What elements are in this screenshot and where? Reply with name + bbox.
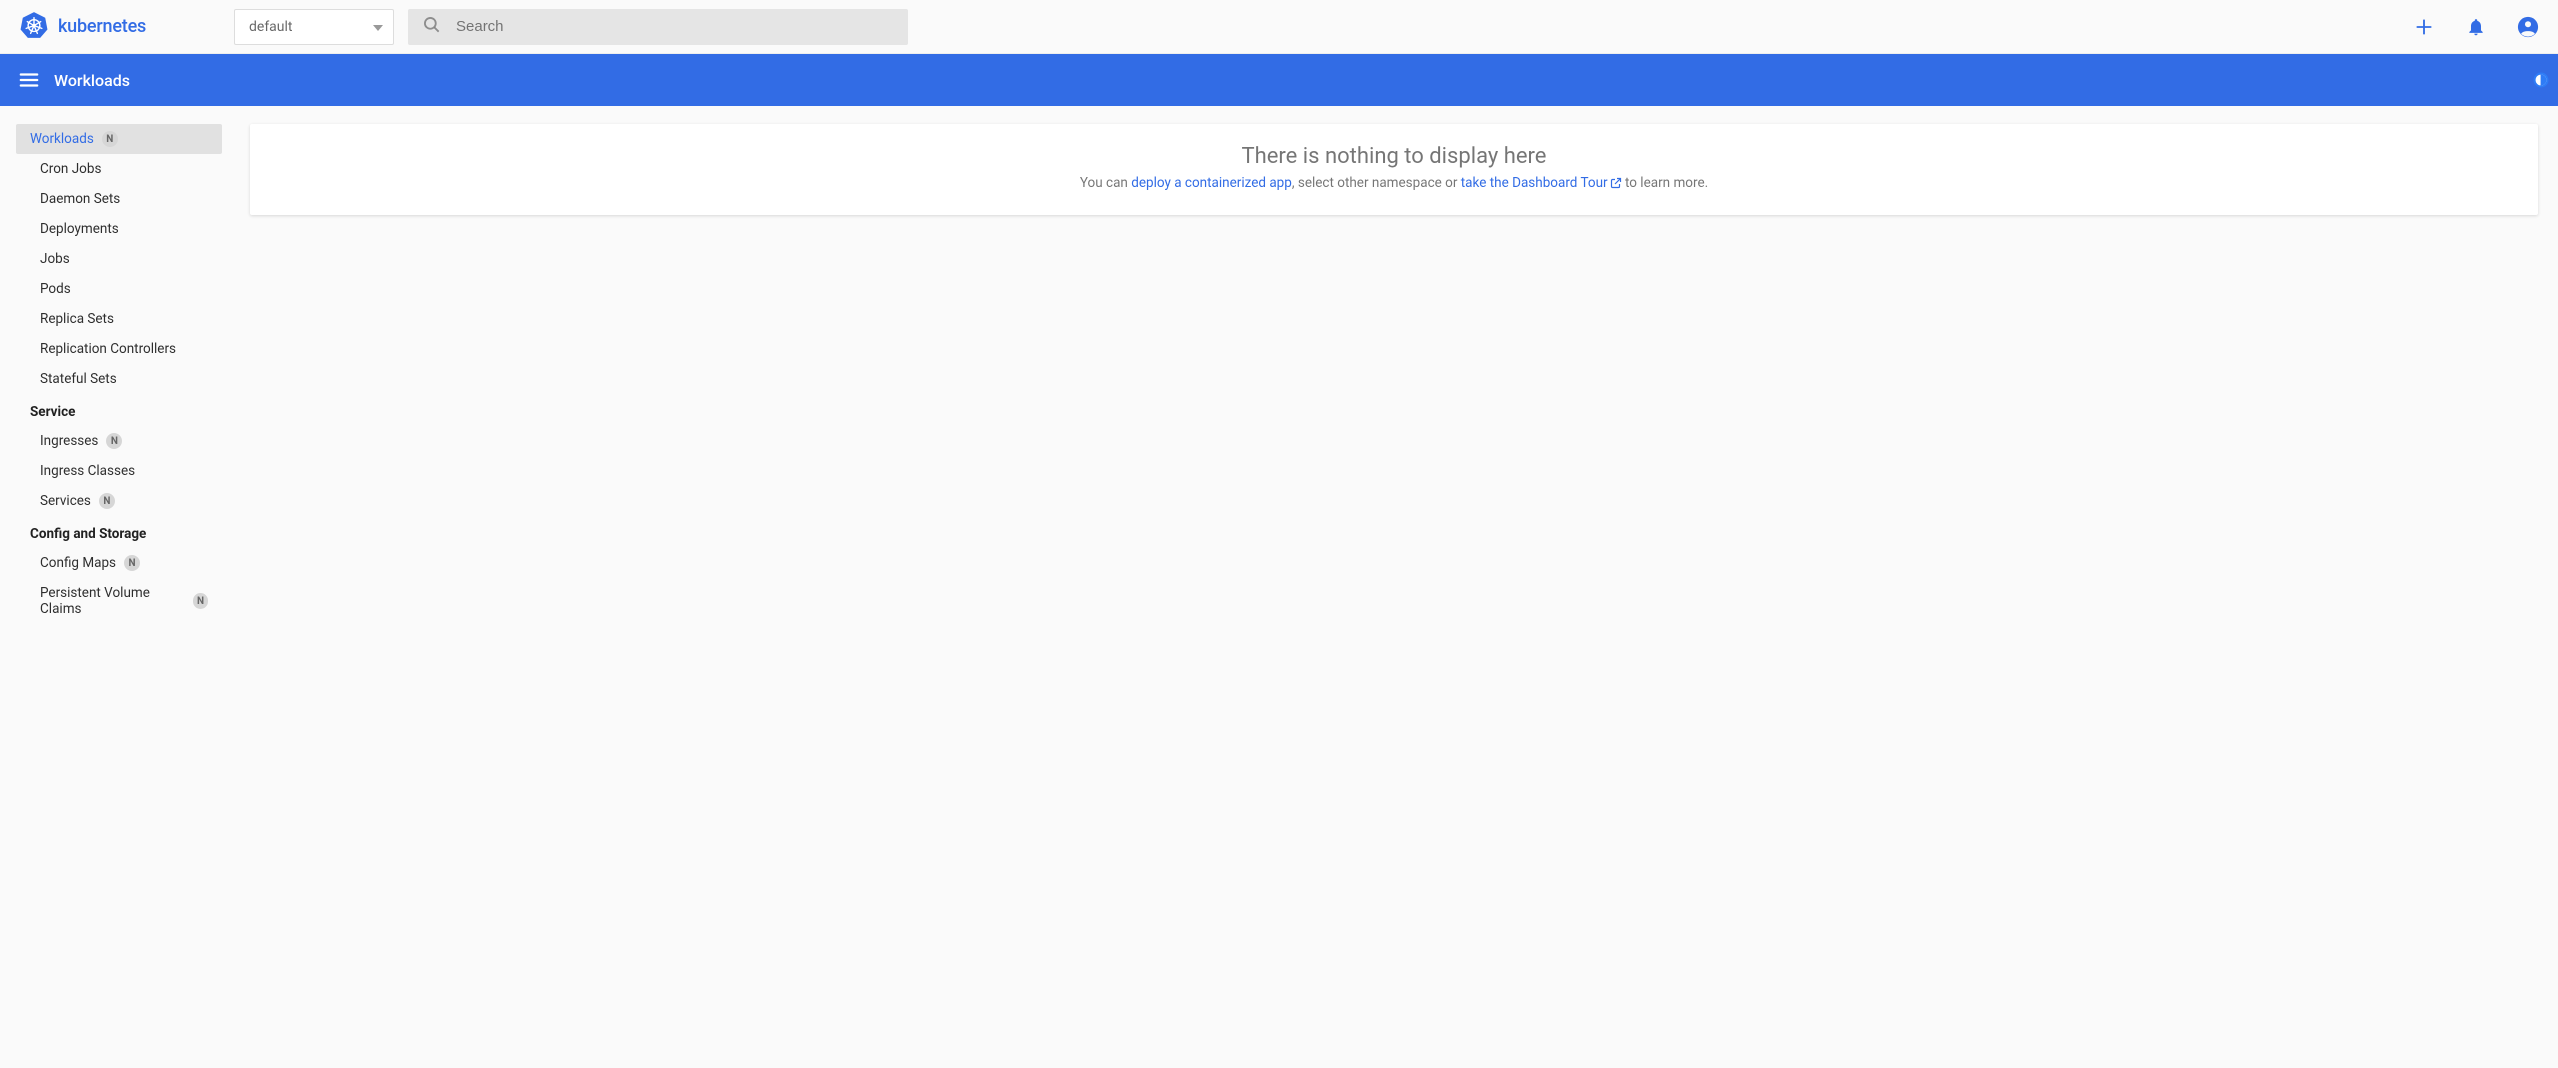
sidebar-item-label: Replica Sets bbox=[40, 311, 114, 327]
deploy-app-link[interactable]: deploy a containerized app bbox=[1131, 175, 1292, 191]
dashboard-tour-link[interactable]: take the Dashboard Tour bbox=[1461, 175, 1622, 191]
sidebar-item-jobs[interactable]: Jobs bbox=[0, 244, 222, 274]
sidebar-item-label: Persistent Volume Claims bbox=[40, 585, 185, 617]
sidebar-item-replication-controllers[interactable]: Replication Controllers bbox=[0, 334, 222, 364]
notifications-icon[interactable] bbox=[2464, 15, 2488, 39]
sidebar-item-workloads[interactable]: Workloads N bbox=[16, 124, 222, 154]
empty-state-card: There is nothing to display here You can… bbox=[250, 124, 2538, 215]
sidebar-item-cron-jobs[interactable]: Cron Jobs bbox=[0, 154, 222, 184]
sidebar-section-config: Config and Storage bbox=[0, 516, 222, 548]
sidebar-item-daemon-sets[interactable]: Daemon Sets bbox=[0, 184, 222, 214]
empty-state-title: There is nothing to display here bbox=[274, 144, 2514, 169]
sidebar-item-label: Cron Jobs bbox=[40, 161, 101, 177]
empty-text: , select other namespace or bbox=[1292, 175, 1461, 191]
sidebar-item-label: Deployments bbox=[40, 221, 119, 237]
empty-text: to learn more. bbox=[1622, 175, 1709, 191]
sidebar-item-ingresses[interactable]: Ingresses N bbox=[0, 426, 222, 456]
sidebar-item-label: Ingress Classes bbox=[40, 463, 135, 479]
chevron-down-icon bbox=[373, 19, 383, 35]
link-text: take the Dashboard Tour bbox=[1461, 175, 1608, 191]
main-layout: Workloads N Cron Jobs Daemon Sets Deploy… bbox=[0, 106, 2558, 1068]
sidebar-item-label: Pods bbox=[40, 281, 71, 297]
sidebar-item-replica-sets[interactable]: Replica Sets bbox=[0, 304, 222, 334]
account-icon[interactable] bbox=[2516, 15, 2540, 39]
breadcrumb-bar: Workloads bbox=[0, 54, 2558, 106]
sidebar-item-pods[interactable]: Pods bbox=[0, 274, 222, 304]
sidebar-item-pvc[interactable]: Persistent Volume Claims N bbox=[0, 578, 222, 624]
sidebar: Workloads N Cron Jobs Daemon Sets Deploy… bbox=[0, 106, 230, 1068]
search-input[interactable] bbox=[456, 18, 894, 35]
brand[interactable]: kubernetes bbox=[20, 11, 220, 43]
namespace-badge: N bbox=[124, 555, 140, 571]
brand-text: kubernetes bbox=[58, 16, 146, 37]
namespace-badge: N bbox=[99, 493, 115, 509]
theme-toggle-icon[interactable] bbox=[2530, 69, 2552, 91]
empty-text: You can bbox=[1080, 175, 1131, 191]
sidebar-item-label: Workloads bbox=[30, 131, 94, 147]
sidebar-section-service: Service bbox=[0, 394, 222, 426]
kubernetes-logo-icon bbox=[20, 11, 48, 43]
sidebar-item-label: Config Maps bbox=[40, 555, 116, 571]
sidebar-item-label: Services bbox=[40, 493, 91, 509]
breadcrumb-title: Workloads bbox=[54, 71, 130, 90]
menu-icon[interactable] bbox=[18, 69, 40, 91]
sidebar-item-config-maps[interactable]: Config Maps N bbox=[0, 548, 222, 578]
namespace-select[interactable]: default bbox=[234, 9, 394, 45]
namespace-badge: N bbox=[102, 131, 118, 147]
topbar-actions bbox=[2412, 15, 2540, 39]
sidebar-item-deployments[interactable]: Deployments bbox=[0, 214, 222, 244]
content-area: There is nothing to display here You can… bbox=[230, 106, 2558, 1068]
sidebar-item-services[interactable]: Services N bbox=[0, 486, 222, 516]
sidebar-item-label: Daemon Sets bbox=[40, 191, 120, 207]
search-icon bbox=[422, 15, 442, 39]
empty-state-subtitle: You can deploy a containerized app, sele… bbox=[274, 175, 2514, 193]
sidebar-item-ingress-classes[interactable]: Ingress Classes bbox=[0, 456, 222, 486]
external-link-icon bbox=[1610, 177, 1622, 193]
search-box[interactable] bbox=[408, 9, 908, 45]
namespace-badge: N bbox=[193, 593, 208, 609]
sidebar-item-label: Stateful Sets bbox=[40, 371, 117, 387]
sidebar-item-label: Replication Controllers bbox=[40, 341, 176, 357]
top-bar: kubernetes default bbox=[0, 0, 2558, 54]
sidebar-item-label: Jobs bbox=[40, 251, 70, 267]
namespace-value: default bbox=[249, 19, 293, 35]
create-button[interactable] bbox=[2412, 15, 2436, 39]
sidebar-item-stateful-sets[interactable]: Stateful Sets bbox=[0, 364, 222, 394]
namespace-badge: N bbox=[106, 433, 122, 449]
sidebar-item-label: Ingresses bbox=[40, 433, 98, 449]
